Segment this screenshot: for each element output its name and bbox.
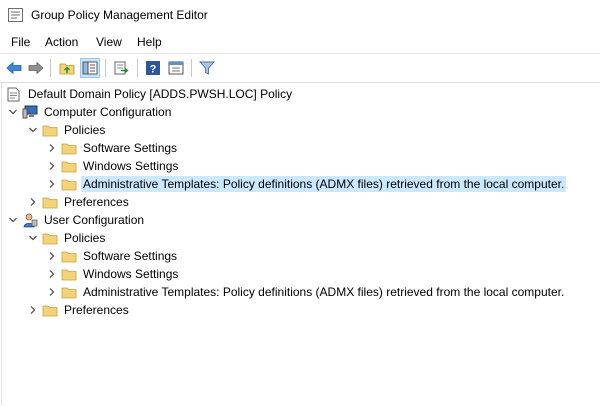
chevron-right-icon[interactable] — [46, 247, 58, 265]
tree-node-label: User Configuration — [44, 213, 145, 227]
folder-icon — [42, 195, 59, 209]
tree-view: Default Domain Policy [ADDS.PWSH.LOC] Po… — [1, 83, 600, 405]
tree-node-label: Software Settings — [83, 141, 178, 155]
tree-node-user-windows-settings[interactable]: Windows Settings — [46, 265, 180, 283]
chevron-right-icon[interactable] — [46, 265, 58, 283]
folder-icon — [42, 123, 59, 137]
toolbar-separator — [50, 59, 51, 77]
tree-node-label: Computer Configuration — [44, 105, 172, 119]
app-icon — [8, 8, 23, 22]
tree-node-user-administrative-templates[interactable]: Administrative Templates: Policy definit… — [46, 283, 566, 301]
tree-node-computer-administrative-templates[interactable]: Administrative Templates: Policy definit… — [46, 175, 567, 193]
policy-document-icon — [6, 87, 23, 101]
chevron-right-icon[interactable] — [27, 301, 39, 319]
tree-node-label: Policies — [64, 231, 106, 245]
properties-icon[interactable] — [166, 58, 186, 78]
menu-bar: File Action View Help — [0, 31, 600, 52]
toolbar-separator — [191, 59, 192, 77]
folder-icon — [61, 141, 78, 155]
tree-node-user-software-settings[interactable]: Software Settings — [46, 247, 179, 265]
folder-icon — [42, 303, 59, 317]
tree-node-computer-software-settings[interactable]: Software Settings — [46, 139, 179, 157]
forward-arrow-icon[interactable] — [26, 58, 46, 78]
tree-node-label: Preferences — [64, 303, 129, 317]
menu-file[interactable]: File — [11, 35, 30, 49]
toolbar-separator — [105, 59, 106, 77]
tree-node-label: Windows Settings — [83, 267, 179, 281]
folder-icon — [61, 285, 78, 299]
back-arrow-icon[interactable] — [4, 58, 24, 78]
tree-node-user-preferences[interactable]: Preferences — [27, 301, 131, 319]
folder-icon — [61, 177, 78, 191]
menu-view[interactable]: View — [96, 35, 122, 49]
menu-help[interactable]: Help — [137, 35, 162, 49]
tree-node-label: Default Domain Policy [ADDS.PWSH.LOC] Po… — [28, 87, 293, 101]
tree-node-user-configuration[interactable]: User Configuration — [7, 211, 146, 229]
tree-node-label: Policies — [64, 123, 106, 137]
tree-node-computer-configuration[interactable]: Computer Configuration — [7, 103, 173, 121]
tree-node-label: Administrative Templates: Policy definit… — [81, 176, 567, 192]
tree-node-computer-preferences[interactable]: Preferences — [27, 193, 131, 211]
chevron-right-icon[interactable] — [27, 193, 39, 211]
chevron-right-icon[interactable] — [46, 175, 58, 193]
menu-action[interactable]: Action — [45, 35, 78, 49]
up-folder-icon[interactable] — [57, 58, 77, 78]
show-hide-tree-icon[interactable] — [80, 58, 100, 78]
computer-icon — [22, 105, 39, 119]
folder-icon — [61, 159, 78, 173]
tree-node-label: Windows Settings — [83, 159, 179, 173]
chevron-down-icon[interactable] — [27, 121, 39, 139]
tree-node-computer-windows-settings[interactable]: Windows Settings — [46, 157, 180, 175]
chevron-right-icon[interactable] — [46, 139, 58, 157]
export-list-icon[interactable] — [112, 58, 132, 78]
toolbar-separator — [137, 59, 138, 77]
folder-icon — [61, 249, 78, 263]
toolbar: ? — [0, 53, 600, 83]
chevron-down-icon[interactable] — [27, 229, 39, 247]
tree-node-computer-policies[interactable]: Policies — [27, 121, 107, 139]
chevron-right-icon[interactable] — [46, 283, 58, 301]
chevron-down-icon[interactable] — [7, 103, 19, 121]
tree-node-label: Preferences — [64, 195, 129, 209]
help-icon[interactable]: ? — [143, 58, 163, 78]
folder-icon — [61, 267, 78, 281]
tree-node-root[interactable]: Default Domain Policy [ADDS.PWSH.LOC] Po… — [6, 85, 294, 103]
tree-node-user-policies[interactable]: Policies — [27, 229, 107, 247]
title-bar: Group Policy Management Editor — [0, 0, 600, 30]
folder-icon — [42, 231, 59, 245]
tree-node-label: Software Settings — [83, 249, 178, 263]
filter-icon[interactable] — [197, 58, 217, 78]
window-title: Group Policy Management Editor — [31, 8, 208, 22]
chevron-right-icon[interactable] — [46, 157, 58, 175]
svg-text:?: ? — [150, 64, 157, 76]
tree-node-label: Administrative Templates: Policy definit… — [83, 285, 565, 299]
user-icon — [22, 213, 39, 227]
chevron-down-icon[interactable] — [7, 211, 19, 229]
